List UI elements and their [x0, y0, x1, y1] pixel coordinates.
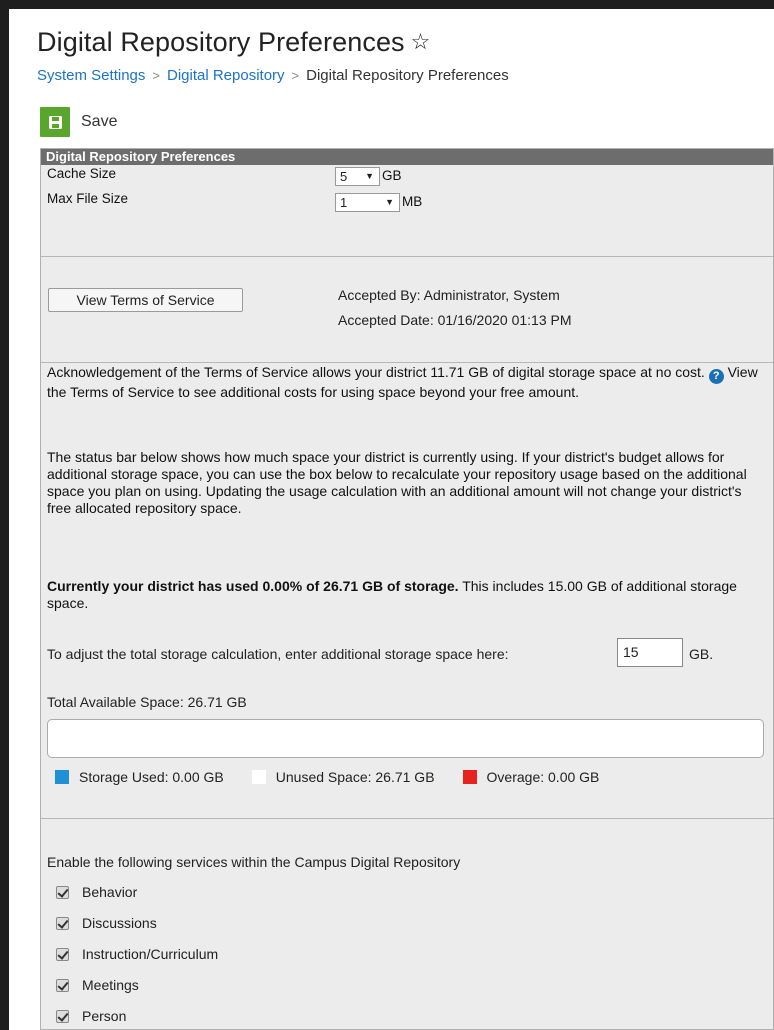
- usage-summary-bold: Currently your district has used 0.00% o…: [47, 578, 459, 594]
- breadcrumb-separator-icon: >: [152, 68, 160, 83]
- service-meetings[interactable]: Meetings: [56, 977, 139, 993]
- checkbox-checked-icon[interactable]: [56, 1009, 69, 1023]
- max-file-size-value: 1: [340, 195, 348, 210]
- legend-used: Storage Used: 0.00 GB: [79, 769, 224, 785]
- legend-unused: Unused Space: 26.71 GB: [275, 769, 435, 785]
- checkbox-checked-icon[interactable]: [56, 978, 69, 992]
- service-label: Instruction/Curriculum: [82, 946, 219, 962]
- adjust-storage-label: To adjust the total storage calculation,…: [47, 646, 509, 662]
- services-label: Enable the following services within the…: [47, 854, 461, 870]
- service-discussions[interactable]: Discussions: [56, 915, 157, 931]
- max-file-size-select[interactable]: 1 ▼: [335, 193, 400, 212]
- breadcrumb-separator-icon: >: [291, 68, 300, 83]
- service-person[interactable]: Person: [56, 1008, 126, 1024]
- cache-size-value: 5: [340, 169, 348, 184]
- help-icon[interactable]: ?: [708, 369, 724, 384]
- checkbox-checked-icon[interactable]: [56, 947, 69, 961]
- max-file-size-unit: MB: [402, 194, 423, 209]
- service-label: Discussions: [82, 915, 157, 931]
- checkbox-checked-icon[interactable]: [56, 916, 69, 930]
- usage-summary: Currently your district has used 0.00% o…: [47, 578, 769, 612]
- service-label: Person: [82, 1008, 127, 1024]
- accepted-date: Accepted Date: 01/16/2020 01:13 PM: [338, 312, 572, 328]
- dropdown-arrow-icon: ▼: [385, 197, 394, 207]
- divider: [41, 362, 773, 363]
- breadcrumb: System Settings > Digital Repository > Digit…: [37, 67, 509, 84]
- page-title-text: Digital Repository Preferences: [37, 27, 405, 57]
- checkbox-checked-icon[interactable]: [56, 885, 69, 899]
- acknowledgement-text: Acknowledgement of the Terms of Service …: [47, 364, 769, 401]
- service-label: Meetings: [82, 977, 139, 993]
- page-title: Digital Repository Preferences ☆: [37, 27, 431, 58]
- overage-swatch: [462, 770, 477, 784]
- service-behavior[interactable]: Behavior: [56, 884, 137, 900]
- breadcrumb-current: Digital Repository Preferences: [306, 67, 509, 84]
- breadcrumb-system-settings[interactable]: System Settings: [37, 67, 145, 84]
- divider: [41, 256, 773, 257]
- view-terms-button[interactable]: View Terms of Service: [48, 288, 243, 312]
- preferences-panel: Digital Repository Preferences Cache Siz…: [40, 148, 774, 1030]
- divider: [41, 818, 773, 819]
- additional-storage-input[interactable]: 15: [617, 638, 683, 667]
- max-file-size-label: Max File Size: [47, 191, 129, 206]
- cache-size-select[interactable]: 5 ▼: [335, 167, 380, 186]
- cache-size-unit: GB: [382, 168, 402, 183]
- legend-overage: Overage: 0.00 GB: [486, 769, 600, 785]
- save-disk-icon: [40, 107, 70, 137]
- save-button[interactable]: Save: [40, 107, 117, 137]
- dropdown-arrow-icon: ▼: [365, 171, 374, 181]
- total-available-space: Total Available Space: 26.71 GB: [47, 694, 247, 710]
- service-instruction-curriculum[interactable]: Instruction/Curriculum: [56, 946, 218, 962]
- breadcrumb-digital-repository[interactable]: Digital Repository: [167, 67, 285, 84]
- save-label: Save: [81, 113, 118, 130]
- accepted-by: Accepted By: Administrator, System: [338, 287, 560, 303]
- favorite-star-icon[interactable]: ☆: [411, 29, 431, 54]
- unused-space-swatch: [251, 770, 266, 784]
- ack-text-1: Acknowledgement of the Terms of Service …: [47, 364, 705, 380]
- storage-used-swatch: [55, 770, 69, 784]
- service-label: Behavior: [82, 884, 138, 900]
- status-description: The status bar below shows how much spac…: [47, 449, 747, 516]
- cache-size-label: Cache Size: [47, 166, 117, 181]
- panel-header: Digital Repository Preferences: [41, 149, 773, 165]
- storage-usage-bar: [47, 719, 764, 758]
- toolbar: Save: [40, 107, 117, 137]
- page: Digital Repository Preferences ☆ System S…: [9, 9, 774, 1030]
- storage-legend: Storage Used: 0.00 GB Unused Space: 26.7…: [55, 769, 599, 785]
- adjust-storage-unit: GB.: [689, 646, 714, 662]
